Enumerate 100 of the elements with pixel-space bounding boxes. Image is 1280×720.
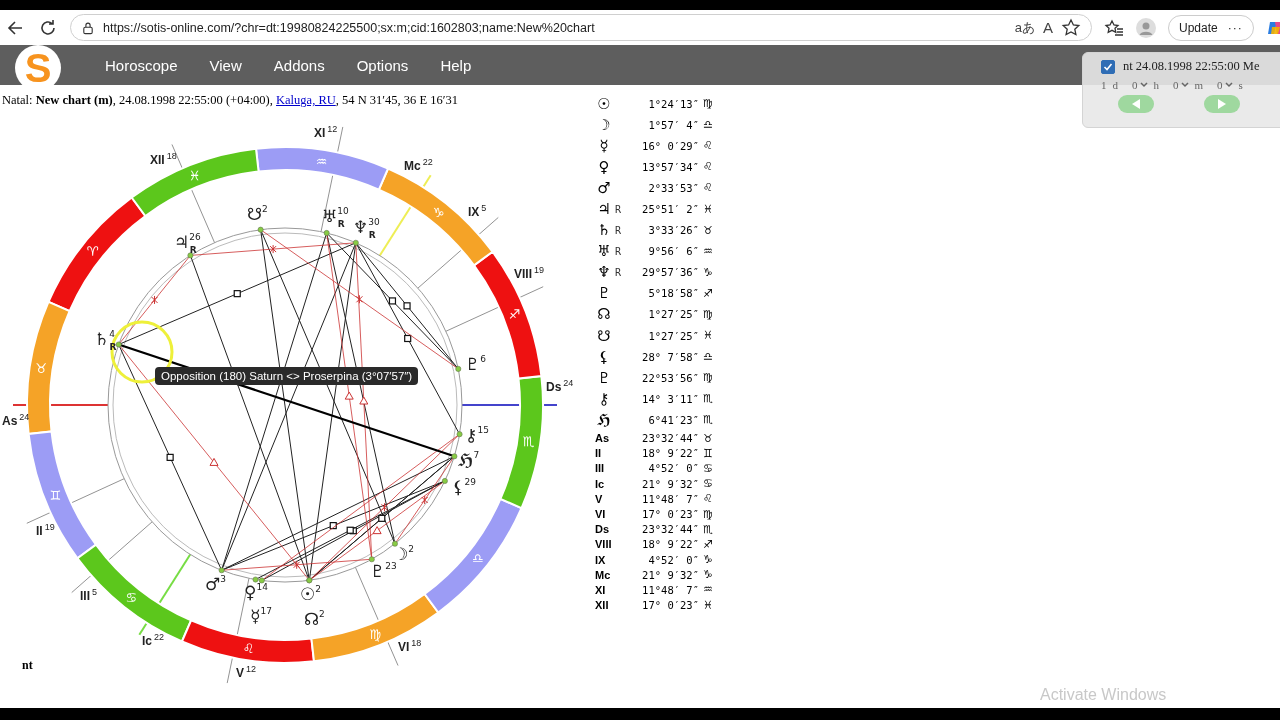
house-label: XII $^{18}$ bbox=[150, 151, 177, 167]
select-value[interactable]: 0 bbox=[1132, 79, 1138, 91]
position-value: 3°33′26″ bbox=[647, 224, 699, 237]
position-value: 9°56′ 6″ bbox=[647, 245, 699, 258]
menu-item[interactable]: View bbox=[193, 56, 258, 74]
reload-icon[interactable] bbox=[38, 17, 58, 38]
planet-point bbox=[115, 341, 122, 348]
right-arrow-icon bbox=[1216, 98, 1228, 110]
zodiac-glyph: ♑ bbox=[432, 204, 445, 220]
planet-point bbox=[323, 230, 330, 236]
position-value: 5°18′58″ bbox=[647, 287, 699, 300]
sign-glyph: ♑ bbox=[702, 568, 714, 582]
zodiac-glyph: ♈ bbox=[86, 243, 99, 259]
planet-point bbox=[441, 478, 448, 484]
sign-glyph: ♋ bbox=[702, 461, 714, 475]
unit-label: d bbox=[1112, 79, 1118, 91]
translate-button[interactable]: aあ bbox=[1014, 18, 1035, 37]
chart-label: nt bbox=[22, 658, 33, 673]
menu-item[interactable]: Addons bbox=[257, 56, 341, 74]
house-name: XI bbox=[594, 583, 607, 596]
retrograde-label: R bbox=[615, 224, 623, 236]
house-label: VI $^{18}$ bbox=[398, 638, 422, 654]
location-link[interactable]: Kaluga, RU bbox=[276, 93, 336, 107]
sign-glyph: ♏ bbox=[702, 413, 714, 427]
planet-point bbox=[392, 540, 398, 547]
position-value: 1°24′13″ bbox=[647, 97, 699, 110]
planet-label: ♂$^{3}$ bbox=[205, 574, 226, 594]
position-value: 28° 7′58″ bbox=[641, 350, 699, 363]
lock-icon bbox=[81, 20, 95, 35]
planet-point bbox=[451, 453, 458, 460]
sign-glyph: ♒ bbox=[702, 583, 714, 597]
sign-glyph: ♌ bbox=[702, 492, 714, 506]
position-value: 11°48′ 7″ bbox=[641, 492, 699, 505]
update-button[interactable]: Update ··· bbox=[1168, 14, 1254, 41]
house-label: Ds $^{24}$ bbox=[546, 378, 574, 394]
caret-icon[interactable] bbox=[1180, 82, 1189, 88]
planet-point bbox=[456, 431, 463, 438]
planet-glyph: ☊ bbox=[596, 305, 612, 324]
planet-glyph: ☿ bbox=[598, 136, 610, 155]
sign-glyph: ♉ bbox=[702, 431, 714, 445]
planet-label: ♇$^{23}$ bbox=[370, 561, 397, 581]
zodiac-glyph: ♓ bbox=[189, 168, 201, 184]
sign-glyph: ♌ bbox=[702, 181, 714, 195]
planet-point bbox=[455, 365, 462, 372]
position-value: 17° 0′23″ bbox=[641, 508, 699, 521]
zodiac-glyph: ♐ bbox=[508, 307, 521, 323]
house-label: XI $^{12}$ bbox=[314, 124, 338, 140]
sign-glyph: ♑ bbox=[702, 265, 714, 279]
position-value: 13°57′34″ bbox=[641, 160, 699, 173]
planet-glyph: ♇ bbox=[596, 368, 612, 387]
menu-item[interactable]: Help bbox=[424, 56, 488, 74]
house-name: III bbox=[594, 462, 606, 475]
planet-point bbox=[352, 239, 359, 246]
house-name: Mc bbox=[594, 568, 612, 581]
sign-glyph: ♓ bbox=[702, 598, 714, 612]
house-name: XII bbox=[594, 599, 610, 612]
unit-label: h bbox=[1153, 79, 1159, 91]
planet-glyph: ℌ bbox=[596, 410, 612, 429]
sign-glyph: ♎ bbox=[702, 118, 714, 132]
position-value: 4°52′ 0″ bbox=[647, 553, 699, 566]
zodiac-glyph: ♍ bbox=[369, 626, 381, 642]
sign-glyph: ♍ bbox=[702, 308, 714, 321]
house-name: IX bbox=[594, 553, 607, 566]
house-name: VI bbox=[594, 508, 607, 521]
caret-icon[interactable] bbox=[1139, 82, 1148, 88]
house-label: Ic $^{22}$ bbox=[142, 632, 165, 648]
sign-glyph: ♍ bbox=[702, 507, 714, 521]
house-label: As $^{24}$ bbox=[2, 412, 30, 428]
sign-glyph: ♐ bbox=[702, 286, 714, 300]
profile-icon[interactable] bbox=[1136, 17, 1156, 38]
position-value: 1°57′ 4″ bbox=[647, 118, 699, 131]
sign-glyph: ♑ bbox=[702, 553, 714, 567]
unit-label: s bbox=[1238, 79, 1243, 91]
checkbox[interactable] bbox=[1101, 59, 1115, 74]
caret-icon[interactable] bbox=[1224, 82, 1233, 88]
position-value: 23°32′44″ bbox=[641, 523, 699, 536]
house-name: V bbox=[594, 492, 604, 505]
house-name: VIII bbox=[594, 538, 613, 551]
retrograde-label: R bbox=[615, 203, 623, 215]
star-icon[interactable] bbox=[1061, 17, 1081, 38]
aspect-tooltip: Opposition (180) Saturn <> Proserpina (3°07′57″) bbox=[155, 367, 419, 385]
house-label: Mc $^{22}$ bbox=[404, 157, 433, 173]
house-name: As bbox=[594, 432, 611, 445]
house-label: IX $^{5}$ bbox=[468, 203, 487, 219]
retrograde-label: R bbox=[615, 266, 623, 278]
zodiac-glyph: ♋ bbox=[125, 590, 138, 606]
select-value[interactable]: 0 bbox=[1217, 79, 1223, 91]
select-value[interactable]: 0 bbox=[1173, 79, 1179, 91]
zodiac-glyph: ♉ bbox=[35, 360, 48, 376]
menu-item[interactable]: Horoscope bbox=[89, 56, 194, 74]
read-aloud-button[interactable]: A bbox=[1043, 19, 1053, 36]
position-value: 22°53′56″ bbox=[641, 371, 699, 384]
menu-item[interactable]: Options bbox=[340, 56, 425, 74]
planet-glyph: ☋ bbox=[596, 326, 612, 345]
planet-glyph: ⚷ bbox=[597, 389, 611, 408]
zodiac-glyph: ♏ bbox=[522, 434, 535, 450]
position-value: 16° 0′29″ bbox=[641, 139, 699, 152]
sign-glyph: ♐ bbox=[702, 537, 714, 551]
sign-glyph: ♍ bbox=[702, 97, 714, 111]
position-value: 6°41′23″ bbox=[647, 413, 699, 426]
